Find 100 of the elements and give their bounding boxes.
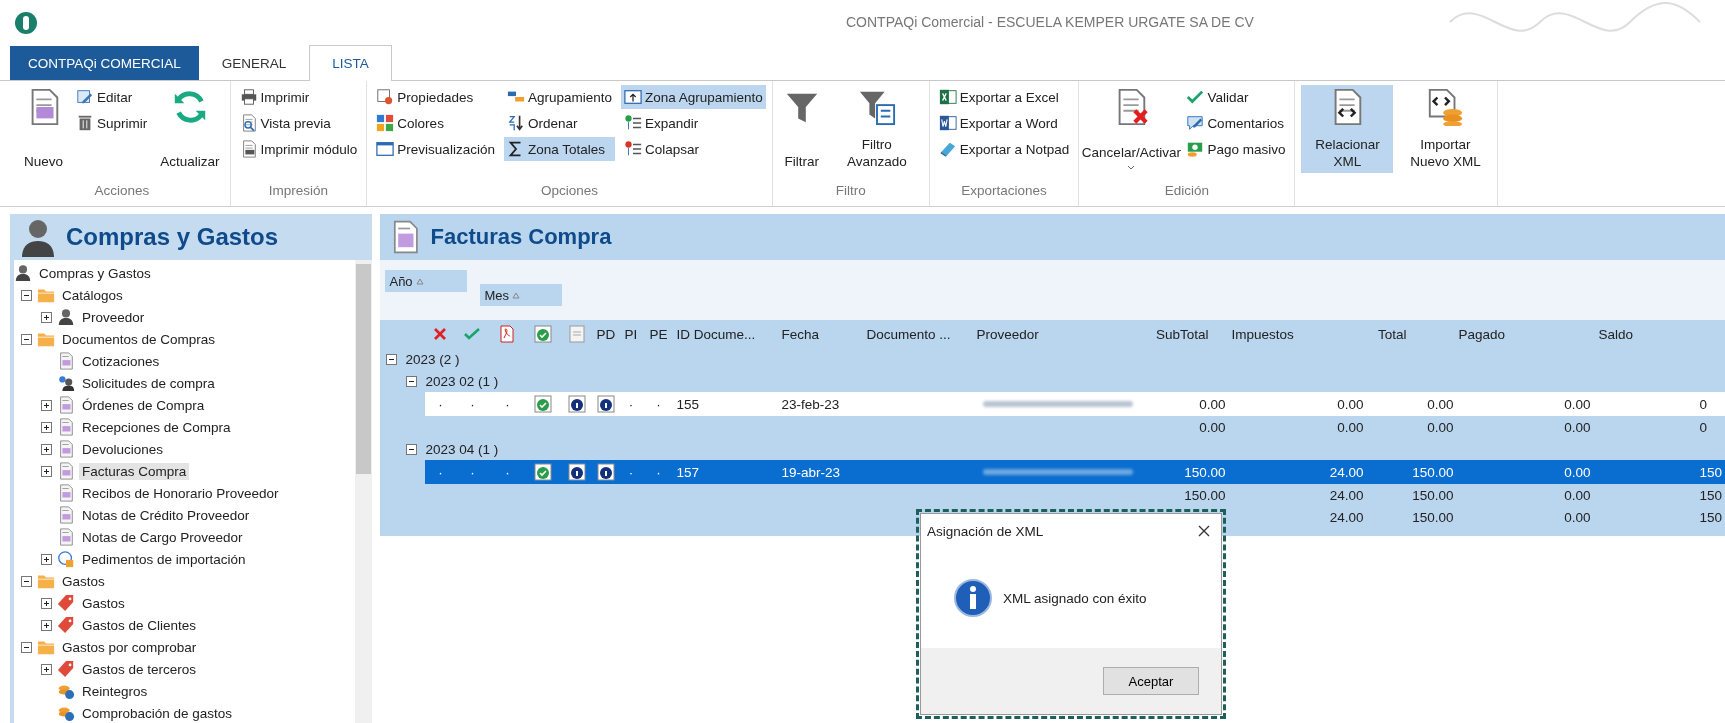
- color-squares-icon: [376, 114, 395, 132]
- tree-item[interactable]: Solicitudes de compra: [79, 374, 218, 392]
- collapse-toggle[interactable]: [21, 333, 32, 345]
- tree-item[interactable]: Gastos: [59, 572, 108, 590]
- ribbon-button[interactable]: Zona Totales: [503, 137, 615, 161]
- expand-toggle[interactable]: [41, 311, 52, 323]
- app-menu-tab[interactable]: CONTPAQi COMERCIAL: [10, 46, 199, 80]
- ribbon-button[interactable]: Filtro Avanzado: [830, 85, 923, 173]
- ribbon-button[interactable]: Ordenar: [503, 111, 615, 135]
- scrollbar[interactable]: [355, 260, 373, 723]
- group-label: 2023 04 (1 ): [424, 441, 500, 457]
- column-header[interactable]: PI: [618, 326, 644, 342]
- column-header[interactable]: Saldo: [1593, 326, 1725, 342]
- ribbon-button[interactable]: Exportar a Notpad: [935, 137, 1073, 161]
- ribbon-button[interactable]: Vista previa: [236, 111, 361, 135]
- printer-icon: [239, 88, 258, 106]
- ribbon-button[interactable]: Propiedades: [373, 85, 498, 109]
- tree-item[interactable]: Gastos: [79, 594, 128, 612]
- ribbon-button[interactable]: Previsualización: [373, 137, 498, 161]
- expand-toggle[interactable]: [41, 663, 52, 675]
- expand-icon: [623, 114, 642, 132]
- tree-item[interactable]: Cotizaciones: [79, 352, 163, 370]
- ribbon-button[interactable]: Colores: [373, 111, 498, 135]
- ribbon-button[interactable]: Exportar a Excel: [935, 85, 1073, 109]
- collapse-toggle[interactable]: [21, 641, 32, 653]
- column-header[interactable]: PE: [643, 326, 674, 342]
- column-header[interactable]: Pagado: [1456, 326, 1594, 342]
- column-header[interactable]: Total: [1366, 326, 1457, 342]
- group-label: Filtro: [835, 183, 866, 198]
- ribbon-tab[interactable]: LISTA: [309, 45, 392, 81]
- tree-item[interactable]: Gastos de terceros: [79, 660, 200, 678]
- info-badge-icon: [567, 395, 586, 413]
- table-cell-text: 157: [675, 464, 700, 480]
- column-header[interactable]: Impuestos: [1228, 326, 1367, 342]
- tree-item[interactable]: Pedimentos de importación: [79, 550, 249, 568]
- ribbon-button[interactable]: Editar: [73, 85, 151, 109]
- tree-item[interactable]: Notas de Cargo Proveedor: [79, 528, 246, 546]
- ribbon-button[interactable]: Expandir: [620, 111, 766, 135]
- column-header[interactable]: SubTotal: [1148, 326, 1229, 342]
- tree-item[interactable]: Comprobación de gastos: [79, 704, 236, 722]
- ok-button[interactable]: Aceptar: [1103, 667, 1199, 695]
- ribbon-button[interactable]: Imprimir módulo: [236, 137, 361, 161]
- tree-item[interactable]: Notas de Crédito Proveedor: [79, 506, 253, 524]
- expand-toggle[interactable]: [41, 619, 52, 631]
- column-header[interactable]: ID Docume...: [673, 326, 779, 342]
- expand-toggle[interactable]: [41, 421, 52, 433]
- collapse-toggle[interactable]: [406, 375, 418, 387]
- ribbon-button[interactable]: Zona Agrupamiento: [620, 85, 766, 109]
- word-document-icon: [938, 114, 957, 132]
- tree-item[interactable]: Devoluciones: [79, 440, 167, 458]
- table-cell-text: 19-abr-23: [780, 464, 841, 480]
- tree-item[interactable]: Reintegros: [79, 682, 151, 700]
- ribbon-button[interactable]: Colapsar: [620, 137, 766, 161]
- ribbon-button[interactable]: Filtrar: [778, 85, 825, 173]
- column-header[interactable]: PD: [593, 326, 619, 342]
- expand-toggle[interactable]: [41, 597, 52, 609]
- ribbon-button[interactable]: Nuevo: [20, 85, 68, 173]
- expand-toggle[interactable]: [41, 465, 52, 477]
- info-icon: [953, 578, 993, 618]
- tree-item[interactable]: Documentos de Compras: [59, 330, 219, 348]
- tree-item[interactable]: Gastos de Clientes: [79, 616, 200, 634]
- ribbon-button[interactable]: Agrupamiento: [503, 85, 615, 109]
- tree-item[interactable]: Recibos de Honorario Proveedor: [79, 484, 282, 502]
- ribbon-button[interactable]: Comentarios: [1183, 111, 1289, 135]
- tree-item[interactable]: Proveedor: [79, 308, 148, 326]
- table-cell-text: ·: [504, 464, 511, 480]
- tree-item[interactable]: Recepciones de Compra: [79, 418, 234, 436]
- ribbon-button[interactable]: Pago masivo: [1183, 137, 1289, 161]
- ribbon-tab[interactable]: GENERAL: [198, 45, 310, 80]
- column-header[interactable]: Documento ...: [863, 326, 974, 342]
- table-cell-text: 0.00: [1563, 487, 1592, 503]
- ribbon-button[interactable]: Validar: [1183, 85, 1289, 109]
- collapse-toggle[interactable]: [386, 353, 398, 365]
- column-header[interactable]: Proveedor: [973, 326, 1149, 342]
- table-row[interactable]: · · · · · 157 19-abr-23 150.00 24.00 150.00 0.00 150: [425, 460, 1725, 484]
- collapse-toggle[interactable]: [21, 289, 32, 301]
- document-icon: [57, 462, 75, 480]
- column-header[interactable]: Fecha: [778, 326, 864, 342]
- group-by-chip[interactable]: Año: [385, 270, 468, 292]
- expand-toggle[interactable]: [41, 399, 52, 411]
- ribbon-button[interactable]: Actualizar: [156, 85, 224, 173]
- tree-item[interactable]: Catálogos: [59, 286, 126, 304]
- ribbon-button[interactable]: Exportar a Word: [935, 111, 1073, 135]
- ribbon-button[interactable]: Suprimir: [73, 111, 151, 135]
- tree-item[interactable]: Órdenes de Compra: [79, 396, 208, 414]
- ribbon-button[interactable]: Imprimir: [236, 85, 361, 109]
- close-icon[interactable]: [1197, 524, 1211, 538]
- group-by-chip[interactable]: Mes: [480, 284, 563, 306]
- expand-toggle[interactable]: [41, 443, 52, 455]
- tree-item[interactable]: Gastos por comprobar: [59, 638, 200, 656]
- window-title: CONTPAQi Comercial - ESCUELA KEMPER URGATE SA DE CV: [846, 14, 1254, 30]
- tree-item[interactable]: Facturas Compra: [79, 462, 190, 480]
- table-row[interactable]: · · · · · 155 23-feb-23 0.00 0.00 0.00 0.00 0: [425, 392, 1725, 416]
- ribbon-button[interactable]: Relacionar XML: [1301, 85, 1394, 173]
- tree-item[interactable]: Compras y Gastos: [36, 264, 154, 282]
- table-cell-text: 0.00: [1426, 419, 1455, 435]
- collapse-toggle[interactable]: [21, 575, 32, 587]
- collapse-toggle[interactable]: [406, 443, 418, 455]
- ribbon-button[interactable]: Importar Nuevo XML: [1399, 85, 1492, 173]
- expand-toggle[interactable]: [41, 553, 52, 565]
